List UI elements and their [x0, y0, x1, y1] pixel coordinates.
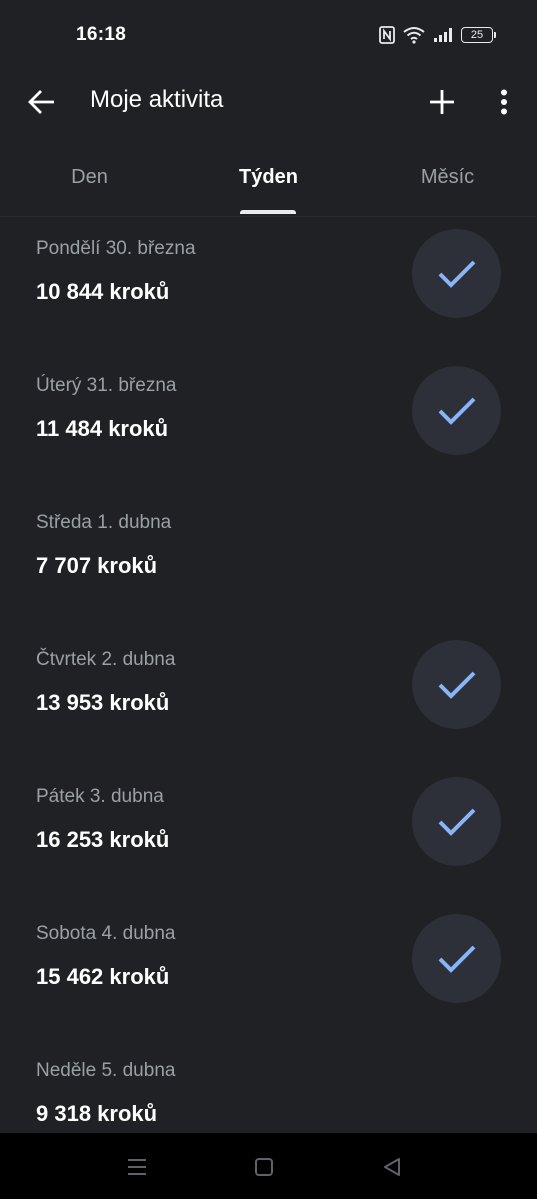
day-row-monday[interactable]: Pondělí 30. března 10 844 kroků	[0, 217, 537, 354]
status-time: 16:18	[76, 24, 127, 45]
back-button[interactable]	[22, 84, 62, 120]
goal-met-badge	[412, 914, 501, 1003]
app-bar: Moje aktivita	[0, 68, 537, 136]
day-date: Čtvrtek 2. dubna	[36, 649, 176, 670]
nav-home-button[interactable]	[250, 1153, 278, 1181]
tab-day[interactable]: Den	[0, 166, 179, 189]
day-date: Pondělí 30. března	[36, 238, 196, 259]
nfc-icon	[379, 26, 395, 44]
check-icon	[438, 397, 475, 425]
back-triangle-icon	[384, 1158, 400, 1176]
day-row-friday[interactable]: Pátek 3. dubna 16 253 kroků	[0, 765, 537, 902]
day-row-saturday[interactable]: Sobota 4. dubna 15 462 kroků	[0, 902, 537, 1039]
menu-icon	[128, 1159, 146, 1175]
day-date: Pátek 3. dubna	[36, 786, 164, 807]
tab-month[interactable]: Měsíc	[358, 166, 537, 189]
day-steps: 11 484 kroků	[36, 416, 169, 441]
day-date: Úterý 31. března	[36, 375, 177, 396]
day-steps: 10 844 kroků	[36, 279, 170, 304]
check-icon	[438, 671, 475, 699]
day-steps: 13 953 kroků	[36, 690, 170, 715]
day-date: Neděle 5. dubna	[36, 1060, 176, 1081]
signal-icon	[433, 27, 453, 43]
check-icon	[438, 945, 475, 973]
day-steps: 9 318 kroků	[36, 1101, 158, 1126]
period-tabs: Den Týden Měsíc	[0, 140, 537, 217]
day-list[interactable]: Pondělí 30. března 10 844 kroků Úterý 31…	[0, 217, 537, 1133]
day-date: Středa 1. dubna	[36, 512, 172, 533]
status-bar: 16:18 25	[0, 0, 537, 68]
goal-met-badge	[412, 777, 501, 866]
day-row-sunday[interactable]: Neděle 5. dubna 9 318 kroků	[0, 1039, 537, 1133]
day-row-wednesday[interactable]: Středa 1. dubna 7 707 kroků	[0, 491, 537, 628]
home-square-icon	[255, 1158, 273, 1176]
day-row-thursday[interactable]: Čtvrtek 2. dubna 13 953 kroků	[0, 628, 537, 765]
active-tab-indicator	[240, 210, 296, 214]
system-nav-bar	[0, 1133, 537, 1199]
page-title: Moje aktivita	[90, 86, 224, 113]
nav-recents-button[interactable]	[123, 1153, 151, 1181]
goal-met-badge	[412, 229, 501, 318]
arrow-back-icon	[28, 90, 54, 114]
day-steps: 15 462 kroků	[36, 964, 170, 989]
wifi-icon	[403, 26, 425, 44]
day-steps: 7 707 kroků	[36, 553, 158, 578]
tab-week[interactable]: Týden	[179, 166, 358, 189]
day-date: Sobota 4. dubna	[36, 923, 176, 944]
goal-met-badge	[412, 640, 501, 729]
more-vertical-icon	[501, 89, 507, 115]
status-icons: 25	[379, 24, 496, 46]
more-options-button[interactable]	[490, 84, 518, 120]
day-steps: 16 253 kroků	[36, 827, 170, 852]
day-row-tuesday[interactable]: Úterý 31. března 11 484 kroků	[0, 354, 537, 491]
goal-met-badge	[412, 366, 501, 455]
check-icon	[438, 808, 475, 836]
add-button[interactable]	[424, 84, 460, 120]
check-icon	[438, 260, 475, 288]
plus-icon	[430, 90, 454, 114]
battery-icon: 25	[461, 27, 496, 43]
nav-back-button[interactable]	[378, 1153, 406, 1181]
